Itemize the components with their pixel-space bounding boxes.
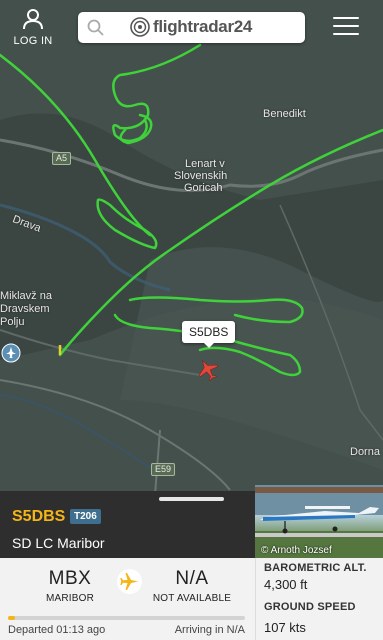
- flight-callsign: S5DBS: [12, 508, 66, 525]
- search-icon: [87, 19, 104, 36]
- flight-details-panel[interactable]: S5DBS T206 SD LC Maribor © Arnoth Jozsef…: [0, 485, 383, 640]
- flight-header[interactable]: S5DBS T206 SD LC Maribor: [0, 491, 255, 558]
- map-label-miklavz-2: Dravskem: [0, 303, 50, 315]
- flight-stats: BAROMETRIC ALT. 4,300 ft GROUND SPEED 10…: [255, 558, 383, 640]
- map-label-benedikt: Benedikt: [263, 108, 306, 120]
- altitude-label: BAROMETRIC ALT.: [264, 562, 367, 574]
- destination-airport[interactable]: N/A NOT AVAILABLE: [142, 568, 242, 604]
- altitude-value: 4,300 ft: [264, 577, 308, 592]
- departed-time: Departed 01:13 ago: [8, 624, 106, 636]
- user-icon: [23, 9, 43, 30]
- menu-icon[interactable]: [333, 17, 359, 37]
- map-label-miklavz-3: Polju: [0, 316, 25, 328]
- top-bar: LOG IN flightradar24: [0, 0, 383, 55]
- origin-airport[interactable]: MBX MARIBOR: [20, 568, 120, 604]
- route-section: MBX MARIBOR N/A NOT AVAILABLE Departed 0…: [0, 558, 255, 640]
- photo-credit: © Arnoth Jozsef: [261, 545, 332, 556]
- map-label-lenart-2: Slovenskih: [174, 170, 228, 182]
- aircraft-photo[interactable]: © Arnoth Jozsef: [255, 485, 383, 558]
- road-sign-a5: A5: [52, 152, 72, 165]
- origin-name: MARIBOR: [45, 593, 95, 604]
- login-label: LOG IN: [13, 35, 53, 47]
- origin-code: MBX: [48, 568, 92, 589]
- route-plane-icon: [117, 569, 142, 594]
- airport-marker[interactable]: [1, 343, 21, 363]
- arriving-time: Arriving in N/A: [174, 624, 245, 636]
- app-logo: flightradar24: [130, 17, 252, 37]
- map-label-lenart-3: Goricah: [184, 182, 223, 194]
- panel-drag-handle[interactable]: [159, 497, 224, 501]
- speed-value: 107 kts: [264, 620, 306, 635]
- aircraft-type-badge: T206: [70, 509, 101, 524]
- map-label-lenart-1: Lenart v: [185, 158, 225, 170]
- flight-operator: SD LC Maribor: [12, 535, 105, 551]
- map-canvas: [0, 0, 383, 495]
- map-label-dorna: Dorna: [350, 446, 380, 458]
- map-label-miklavz-1: Miklavž na: [0, 290, 52, 302]
- destination-code: N/A: [175, 568, 209, 589]
- radar-logo-icon: [130, 17, 150, 37]
- speed-label: GROUND SPEED: [264, 601, 356, 613]
- search-bar[interactable]: flightradar24: [78, 12, 305, 43]
- flight-progress-bar: [8, 616, 245, 620]
- login-button[interactable]: LOG IN: [8, 9, 58, 47]
- logo-text: flightradar24: [153, 17, 253, 36]
- map-view[interactable]: Benedikt Lenart v Slovenskih Goricah Dra…: [0, 0, 383, 495]
- destination-name: NOT AVAILABLE: [152, 593, 232, 604]
- aircraft-callsign-tag[interactable]: S5DBS: [182, 321, 236, 348]
- flight-progress-fill: [8, 616, 16, 620]
- road-sign-e59: E59: [151, 463, 176, 476]
